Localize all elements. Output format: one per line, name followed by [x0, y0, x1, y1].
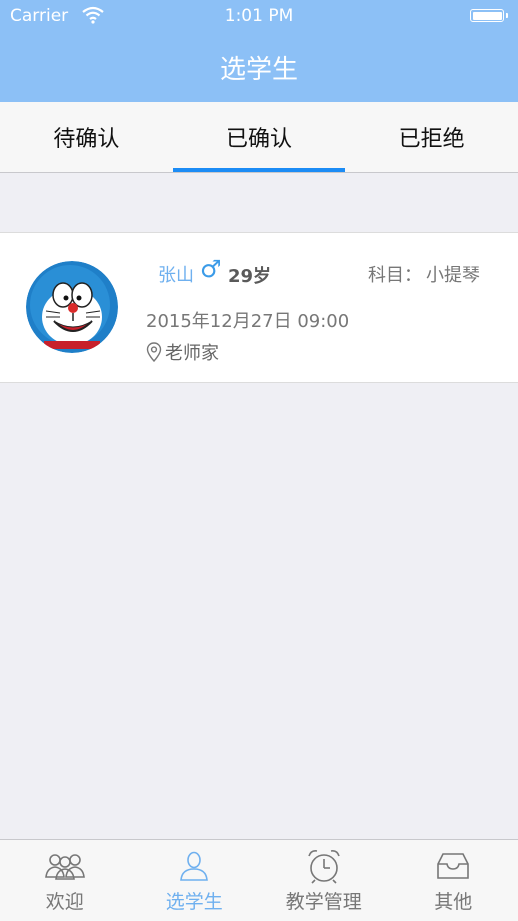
tab-rejected[interactable]: 已拒绝 [345, 102, 518, 172]
student-card[interactable]: 张山 ♂ 29岁 科目：小提琴 2015年12月27日 09:00 老师家 [0, 232, 518, 383]
tab-label: 待确认 [53, 121, 119, 153]
tab-pending[interactable]: 待确认 [0, 102, 173, 172]
people-icon [44, 849, 86, 883]
tab-bar-label: 教学管理 [286, 887, 362, 914]
tab-bar-item-welcome[interactable]: 欢迎 [0, 840, 130, 921]
tab-label: 已拒绝 [399, 121, 465, 153]
subject-info: 科目：小提琴 [368, 261, 480, 287]
tab-bar-label: 选学生 [166, 887, 223, 914]
subject-label: 科目： [368, 265, 422, 286]
person-icon [178, 849, 210, 883]
tab-bar-item-other[interactable]: 其他 [389, 840, 518, 921]
tab-bar-label: 其他 [434, 887, 472, 914]
subject-value: 小提琴 [426, 265, 480, 286]
alarm-clock-icon [305, 849, 343, 883]
location-pin-icon [146, 342, 162, 362]
active-tab-indicator [173, 168, 346, 172]
lesson-location: 老师家 [146, 339, 219, 365]
navigation-bar: 选学生 [0, 32, 518, 102]
segment-tabs: 待确认 已确认 已拒绝 [0, 102, 518, 173]
status-bar: Carrier 1:01 PM [0, 0, 518, 32]
lesson-datetime: 2015年12月27日 09:00 [146, 307, 349, 333]
tab-bar-label: 欢迎 [46, 887, 84, 914]
tab-confirmed[interactable]: 已确认 [173, 102, 346, 172]
tab-bar-item-select-student[interactable]: 选学生 [130, 840, 260, 921]
student-age: 29岁 [228, 262, 271, 288]
clock-label: 1:01 PM [0, 6, 518, 26]
bottom-tab-bar: 欢迎 选学生 [0, 839, 518, 921]
tab-label: 已确认 [226, 121, 292, 153]
male-icon: ♂ [200, 255, 222, 283]
battery-icon [470, 9, 504, 22]
inbox-icon [435, 849, 471, 883]
avatar[interactable] [26, 261, 118, 353]
location-text: 老师家 [165, 339, 219, 365]
page-title: 选学生 [220, 49, 298, 86]
student-name: 张山 [158, 261, 194, 287]
tab-bar-item-teaching-management[interactable]: 教学管理 [259, 840, 389, 921]
